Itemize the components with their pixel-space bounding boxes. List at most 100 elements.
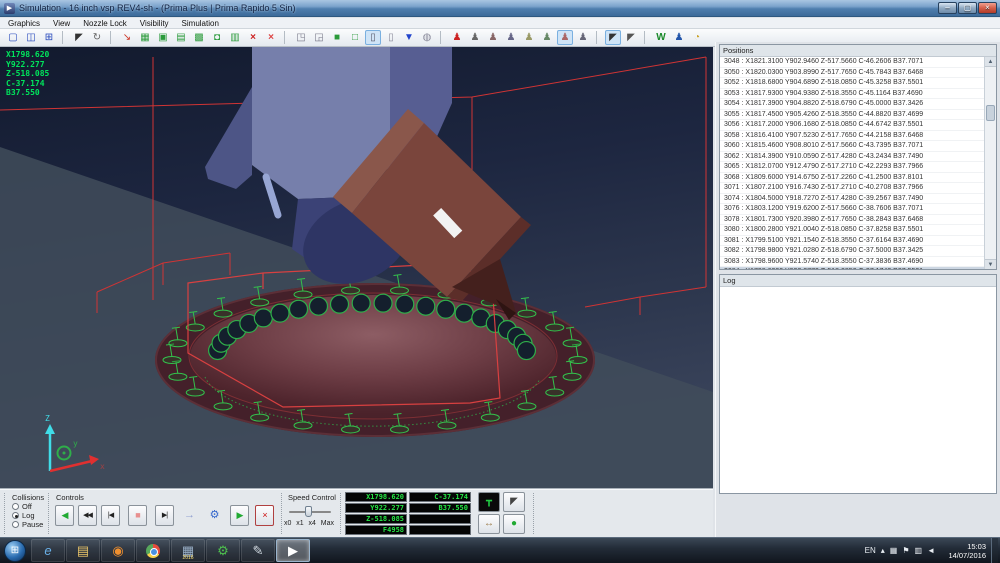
position-row[interactable]: 3060 : X1815.4600 Y908.8010 Z-517.5660 C… — [720, 141, 984, 152]
clock[interactable]: 15:03 14/07/2016 — [940, 542, 986, 560]
fit-view-icon[interactable]: ↘ — [119, 30, 135, 45]
solid-wire-icon[interactable]: □ — [347, 30, 363, 45]
solid-shaded-icon[interactable]: ■ — [329, 30, 345, 45]
step-forward-button[interactable]: ▶| — [155, 505, 174, 526]
machine-pose-4-icon[interactable]: ♟ — [521, 30, 537, 45]
position-row[interactable]: 3082 : X1798.9800 Y921.0280 Z-518.6790 C… — [720, 246, 984, 257]
clear-collision-marks-icon[interactable]: × — [263, 30, 279, 45]
orbit-tool-icon[interactable]: ↻ — [89, 30, 105, 45]
language-indicator[interactable]: EN — [865, 546, 876, 555]
tray-display-icon[interactable]: ▥ — [915, 546, 923, 555]
taskbar-app-robot-cell[interactable]: ⚙ — [206, 539, 240, 562]
machine-pose-1-icon[interactable]: ♟ — [467, 30, 483, 45]
position-row[interactable]: 3052 : X1818.6800 Y904.6890 Z-518.0850 C… — [720, 78, 984, 89]
positions-scrollbar[interactable]: ▲ ▼ — [984, 57, 996, 269]
position-row[interactable]: 3076 : X1803.1200 Y919.6200 Z-517.5660 C… — [720, 204, 984, 215]
tray-flag-icon[interactable]: ⚑ — [902, 546, 909, 555]
material-drum-icon[interactable]: ◍ — [419, 30, 435, 45]
position-row[interactable]: 3074 : X1804.5000 Y918.7270 Z-517.4280 C… — [720, 194, 984, 205]
menu-view[interactable]: View — [53, 19, 70, 28]
scroll-down-icon[interactable]: ▼ — [985, 259, 997, 269]
position-row[interactable]: 3062 : X1814.3900 Y910.0590 Z-517.4280 C… — [720, 152, 984, 163]
show-table-icon[interactable]: ▦ — [137, 30, 153, 45]
position-row[interactable]: 3055 : X1817.4500 Y905.4260 Z-518.3550 C… — [720, 110, 984, 121]
menu-nozzle-lock[interactable]: Nozzle Lock — [83, 19, 127, 28]
menu-simulation[interactable]: Simulation — [182, 19, 219, 28]
show-desktop-button[interactable] — [991, 538, 998, 563]
log-content[interactable] — [720, 287, 996, 493]
show-head-icon[interactable]: ◘ — [209, 30, 225, 45]
position-row[interactable]: 3053 : X1817.9300 Y904.9380 Z-518.3550 C… — [720, 89, 984, 100]
start-button[interactable]: ⊞ — [4, 540, 26, 562]
stop-button[interactable]: ■ — [128, 505, 147, 526]
tray-expand-icon[interactable]: ▴ — [881, 546, 885, 555]
position-row[interactable]: 3084 : X1798.6200 Y922.2770 Z-518.0850 C… — [720, 267, 984, 269]
position-row[interactable]: 3071 : X1807.2100 Y916.7430 Z-517.2710 C… — [720, 183, 984, 194]
hands-jog-button[interactable]: ↔ — [478, 514, 500, 534]
position-row[interactable]: 3078 : X1801.7300 Y920.3980 Z-517.7650 C… — [720, 215, 984, 226]
radio-off-icon[interactable] — [12, 503, 19, 510]
tray-grid-icon[interactable]: ▦ — [890, 546, 898, 555]
session-clock-icon[interactable]: ◔ — [689, 30, 705, 45]
taskbar-windows-explorer[interactable]: ▤ — [66, 539, 100, 562]
select-cursor-icon[interactable]: ◤ — [71, 30, 87, 45]
show-machine-icon[interactable]: ▥ — [227, 30, 243, 45]
fast-rewind-button[interactable]: ◀◀ — [78, 505, 97, 526]
operator-remove-icon[interactable]: ♟ — [449, 30, 465, 45]
machine-pose-5-icon[interactable]: ♟ — [539, 30, 555, 45]
position-row[interactable]: 3058 : X1816.4100 Y907.5230 Z-517.7650 C… — [720, 131, 984, 142]
taskbar-app-2016[interactable]: ▦2016 — [171, 539, 205, 562]
operator-blue-icon[interactable]: ♟ — [671, 30, 687, 45]
scroll-up-icon[interactable]: ▲ — [985, 57, 997, 67]
show-part-icon[interactable]: ▣ — [155, 30, 171, 45]
play-reverse-button[interactable]: ◀ — [55, 505, 74, 526]
scene-canvas[interactable]: Z y x — [0, 47, 713, 488]
menu-visibility[interactable]: Visibility — [140, 19, 169, 28]
position-row[interactable]: 3056 : X1817.2000 Y906.1680 Z-518.0850 C… — [720, 120, 984, 131]
position-row[interactable]: 3048 : X1821.3100 Y902.9460 Z-517.5660 C… — [720, 57, 984, 68]
machine-pose-7-icon[interactable]: ♟ — [575, 30, 591, 45]
title-bar[interactable]: ▶ Simulation - 16 inch vsp REV4-sh - (Pr… — [0, 0, 1000, 17]
run-to-collision-button[interactable]: → — [179, 506, 200, 525]
position-row[interactable]: 3081 : X1799.5100 Y921.1540 Z-518.3550 C… — [720, 236, 984, 247]
scrollbar-track[interactable] — [985, 67, 997, 259]
position-row[interactable]: 3054 : X1817.3900 Y904.8820 Z-518.6790 C… — [720, 99, 984, 110]
radio-log-icon[interactable] — [12, 512, 19, 519]
notes-view-icon[interactable]: ▯ — [365, 30, 381, 45]
pick-position-button[interactable]: ◤ — [503, 492, 525, 512]
positions-list[interactable]: 3048 : X1821.3100 Y902.9460 Z-517.5660 C… — [720, 57, 984, 269]
collision-marks-icon[interactable]: × — [245, 30, 261, 45]
view-two-pane-icon[interactable]: ◫ — [23, 30, 39, 45]
position-row[interactable]: 3080 : X1800.2800 Y921.0040 Z-518.0850 C… — [720, 225, 984, 236]
collision-option-off[interactable]: Off — [12, 502, 32, 511]
document-view-icon[interactable]: ▯ — [383, 30, 399, 45]
view-single-icon[interactable]: ▢ — [5, 30, 21, 45]
step-back-button[interactable]: |◀ — [101, 505, 120, 526]
frame-front-icon[interactable]: ◳ — [293, 30, 309, 45]
play-button[interactable]: ▶ — [230, 505, 249, 526]
collision-option-log[interactable]: Log — [12, 511, 35, 520]
position-row[interactable]: 3065 : X1812.0700 Y912.4790 Z-517.2710 C… — [720, 162, 984, 173]
machine-pose-3-icon[interactable]: ♟ — [503, 30, 519, 45]
workcell-letters-icon[interactable]: W — [653, 30, 669, 45]
taskbar-internet-explorer[interactable]: e — [31, 539, 65, 562]
taskbar-app-design[interactable]: ✎ — [241, 539, 275, 562]
run-process-button[interactable]: ⚙ — [204, 506, 225, 525]
tray-volume-icon[interactable]: ◄ — [927, 546, 935, 555]
target-point-button[interactable]: ● — [503, 514, 525, 534]
pick-cursor-add-icon[interactable]: ◤ — [623, 30, 639, 45]
machine-pose-2-icon[interactable]: ♟ — [485, 30, 501, 45]
view-four-pane-icon[interactable]: ⊞ — [41, 30, 57, 45]
collision-option-pause[interactable]: Pause — [12, 520, 43, 529]
radio-pause-icon[interactable] — [12, 521, 19, 528]
abort-button[interactable]: × — [255, 505, 274, 526]
scrollbar-thumb[interactable] — [986, 105, 995, 121]
pick-cursor-icon[interactable]: ◤ — [605, 30, 621, 45]
taskbar-chrome[interactable] — [136, 539, 170, 562]
viewport-3d[interactable]: Z y x X1798.620Y922.277Z-518.085C-37.174… — [0, 47, 713, 488]
machine-pose-6-icon[interactable]: ♟ — [557, 30, 573, 45]
show-clamps-icon[interactable]: ▩ — [191, 30, 207, 45]
frame-back-icon[interactable]: ◲ — [311, 30, 327, 45]
position-row[interactable]: 3083 : X1798.9600 Y921.5740 Z-518.3550 C… — [720, 257, 984, 268]
speed-slider-thumb[interactable] — [305, 506, 312, 517]
